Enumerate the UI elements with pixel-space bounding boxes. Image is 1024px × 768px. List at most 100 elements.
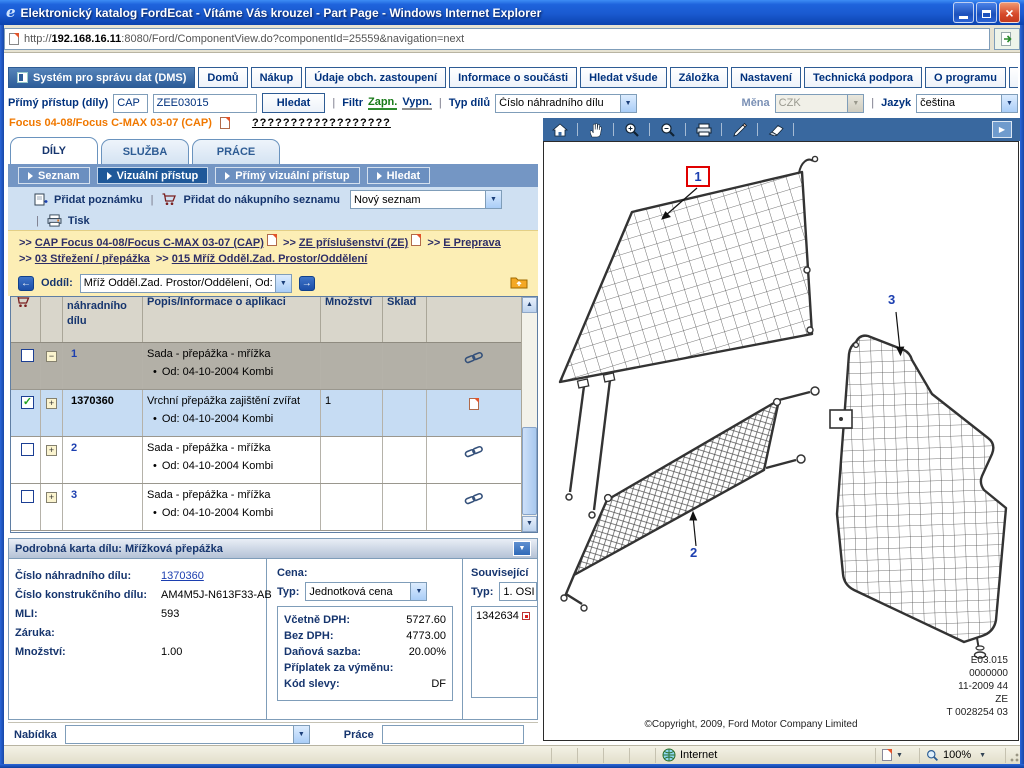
minimize-button[interactable]	[953, 2, 974, 23]
add-note-button[interactable]: Přidat poznámku	[54, 194, 143, 206]
shopping-list-button[interactable]: Přidat do nákupního seznamu	[183, 194, 339, 206]
detail-field: MLI: 593	[15, 605, 262, 624]
sub-navigation: Seznam Vizuální přístup Přímý vizuální p…	[8, 164, 538, 187]
related-item[interactable]: 1342634	[476, 610, 519, 622]
filter-on-link[interactable]: Zapn.	[368, 96, 397, 110]
callout-2[interactable]: 2	[690, 545, 697, 560]
subnav-button[interactable]: Vizuální přístup	[97, 167, 209, 184]
breadcrumb-link[interactable]: CAP Focus 04-08/Focus C-MAX 03-07 (CAP)	[35, 237, 264, 249]
search-button[interactable]: Hledat	[262, 93, 326, 113]
menu-item[interactable]: Nákup	[251, 67, 303, 88]
row-checkbox[interactable]: ✓	[21, 443, 34, 456]
part-number-input[interactable]: ZEE03015	[153, 94, 257, 113]
tab[interactable]: SLUŽBA	[101, 139, 189, 164]
expand-toggle[interactable]	[46, 398, 57, 409]
restore-button[interactable]	[976, 2, 997, 23]
cap-field[interactable]: CAP	[113, 94, 147, 113]
menu-item[interactable]: Nastavení	[731, 67, 801, 88]
related-type-select[interactable]: 1. OSI	[499, 582, 537, 601]
doc-icon[interactable]	[267, 234, 277, 246]
link-icon[interactable]	[464, 351, 484, 364]
doc-icon[interactable]	[220, 117, 230, 129]
detail-field: Záruka:	[15, 624, 262, 643]
part-number-link[interactable]: 1370360	[67, 395, 114, 407]
tab[interactable]: PRÁCE	[192, 139, 280, 164]
table-scrollbar[interactable]: ▲ ▼	[521, 297, 537, 532]
link-icon[interactable]	[464, 492, 484, 505]
expand-toggle[interactable]	[46, 351, 57, 362]
part-type-select[interactable]: Číslo náhradního dílu ▼	[495, 94, 636, 113]
print-button[interactable]: Tisk	[68, 215, 90, 227]
unknown-link[interactable]: ??????????????????	[252, 117, 391, 129]
menu-item[interactable]: Ná	[1009, 67, 1018, 88]
breadcrumb-link[interactable]: E Preprava	[443, 237, 500, 249]
offer-select[interactable]: ▼	[65, 725, 310, 744]
price-value: 20.00%	[409, 644, 446, 660]
callout-1[interactable]: 1	[686, 166, 710, 187]
home-icon[interactable]	[551, 121, 568, 138]
tab[interactable]: DÍLY	[10, 137, 98, 164]
menu-item[interactable]: Údaje obch. zastoupení	[305, 67, 446, 88]
row-checkbox[interactable]: ✓	[21, 349, 34, 362]
application-note: Od: 04-10-2004 Kombi	[147, 413, 316, 425]
related-list[interactable]: 1342634	[471, 606, 537, 698]
subnav-button[interactable]: Seznam	[18, 167, 90, 184]
scroll-thumb[interactable]	[522, 427, 537, 515]
section-select[interactable]: Mříž Odděl.Zad. Prostor/Oddělení, Od: 04…	[80, 274, 292, 293]
doc-icon[interactable]	[411, 234, 421, 246]
go-button[interactable]	[994, 28, 1020, 50]
breadcrumb-link[interactable]: 015 Mříž Odděl.Zad. Prostor/Oddělení	[172, 253, 368, 265]
zoom-out-icon[interactable]	[659, 121, 676, 138]
shopping-list-select[interactable]: Nový seznam ▼	[350, 190, 502, 209]
price-label: Daňová sazba:	[284, 644, 361, 660]
resize-grip[interactable]	[1006, 748, 1020, 763]
diagram[interactable]: 1 2 3 E03.015000000011-2009 44ZET 002825…	[543, 141, 1019, 741]
language-select[interactable]: čeština ▼	[916, 94, 1018, 113]
subnav-button[interactable]: Hledat	[367, 167, 431, 184]
menu-item[interactable]: Domů	[198, 67, 247, 88]
zoom-in-icon[interactable]	[623, 121, 640, 138]
link-icon[interactable]	[464, 445, 484, 458]
subnav-button[interactable]: Přímý vizuální přístup	[215, 167, 359, 184]
collapse-button[interactable]: ▼	[513, 541, 531, 556]
print-icon[interactable]	[695, 121, 712, 138]
bottom-bar: Nabídka ▼ Práce	[8, 722, 538, 746]
part-number-link[interactable]: 3	[67, 489, 77, 501]
scroll-up-button[interactable]: ▲	[522, 297, 537, 313]
breadcrumb-link[interactable]: 03 Střežení / přepážka	[35, 253, 150, 265]
breadcrumb-link[interactable]: ZE příslušenství (ZE)	[299, 237, 408, 249]
pencil-icon[interactable]	[731, 121, 748, 138]
part-number-link[interactable]: 1	[67, 348, 77, 360]
menu-item[interactable]: Technická podpora	[804, 67, 922, 88]
menu-item[interactable]: O programu	[925, 67, 1006, 88]
field-value: 1370360	[161, 567, 204, 586]
row-checkbox[interactable]: ✓	[21, 490, 34, 503]
pan-hand-icon[interactable]	[587, 121, 604, 138]
address-input[interactable]: http://192.168.16.11:8080/Ford/Component…	[4, 28, 990, 50]
currency-select[interactable]: CZK ▼	[775, 94, 865, 113]
folder-up-icon[interactable]	[510, 275, 528, 289]
expand-toggle[interactable]	[46, 445, 57, 456]
callout-3[interactable]: 3	[888, 292, 895, 307]
doc-icon[interactable]	[469, 398, 479, 410]
select-zoom-mode[interactable]: ▼	[876, 748, 920, 763]
expand-toggle[interactable]	[46, 492, 57, 503]
work-input[interactable]	[382, 725, 524, 744]
menu-item[interactable]: Systém pro správu dat (DMS)	[8, 67, 195, 88]
menu-item[interactable]: Informace o součásti	[449, 67, 577, 88]
expand-panel-button[interactable]: ▶	[992, 121, 1012, 138]
row-checkbox[interactable]: ✓	[21, 396, 34, 409]
ie-icon: e	[6, 3, 16, 21]
price-type-select[interactable]: Jednotková cena ▼	[305, 582, 427, 601]
scroll-down-button[interactable]: ▼	[522, 516, 537, 532]
table-header: Číslo náhradního dílu Popis/Informace o …	[11, 297, 537, 343]
menu-item[interactable]: Hledat všude	[580, 67, 666, 88]
prev-section-button[interactable]: ←	[18, 276, 34, 291]
close-button[interactable]: ×	[999, 2, 1020, 23]
part-number-link[interactable]: 2	[67, 442, 77, 454]
filter-off-link[interactable]: Vypn.	[402, 96, 432, 110]
eraser-icon[interactable]	[767, 121, 784, 138]
next-section-button[interactable]: →	[299, 276, 315, 291]
zoom-control[interactable]: 100% ▼	[920, 748, 1006, 763]
menu-item[interactable]: Záložka	[670, 67, 728, 88]
